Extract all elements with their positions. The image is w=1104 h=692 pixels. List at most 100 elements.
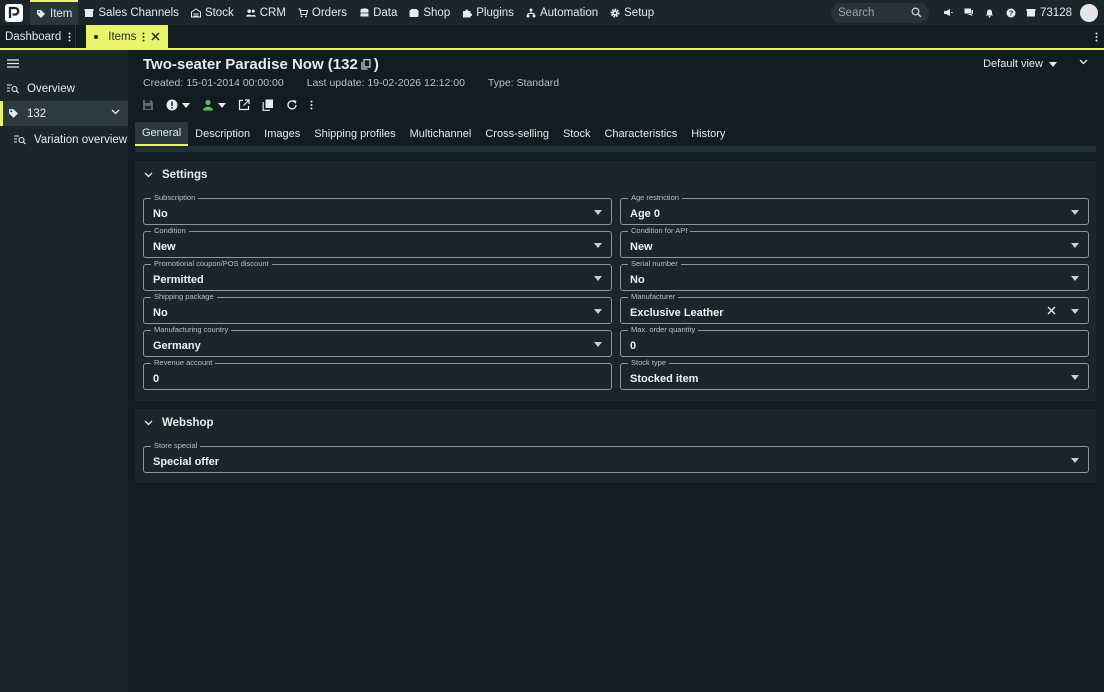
- condition-select[interactable]: Condition New: [143, 226, 612, 258]
- nav-item[interactable]: Item: [30, 0, 79, 25]
- caret-down-icon: [594, 342, 602, 347]
- tab-description[interactable]: Description: [188, 122, 257, 146]
- sidebar-item-variation-overview[interactable]: Variation overview: [0, 126, 128, 153]
- plenty-logo-icon[interactable]: [0, 0, 28, 25]
- tab-shipping-profiles[interactable]: Shipping profiles: [307, 122, 402, 146]
- nav-item[interactable]: Data: [353, 0, 403, 25]
- caret-down-icon: [1071, 375, 1079, 380]
- flow-icon: [526, 8, 536, 18]
- condition-api-select[interactable]: Condition for API New: [620, 226, 1089, 258]
- tab-stock[interactable]: Stock: [556, 122, 598, 146]
- shipping-package-select[interactable]: Shipping package No: [143, 292, 612, 324]
- divider: [135, 146, 1096, 152]
- more-vertical-icon[interactable]: [310, 98, 313, 112]
- caret-down-icon: [594, 210, 602, 215]
- nav-item[interactable]: Shop: [403, 0, 456, 25]
- tab-multichannel[interactable]: Multichannel: [403, 122, 479, 146]
- svg-text:?: ?: [1008, 8, 1013, 17]
- nav-item[interactable]: CRM: [240, 0, 292, 25]
- caret-down-icon: [594, 276, 602, 281]
- refresh-icon[interactable]: [286, 98, 298, 112]
- caret-down-icon: [1049, 61, 1057, 67]
- page-title: Two-seater Paradise Now (132 ): [143, 56, 379, 73]
- caret-down-icon: [594, 243, 602, 248]
- chat-icon[interactable]: [958, 0, 979, 25]
- caret-down-icon: [1071, 309, 1079, 314]
- warehouse-icon: [190, 7, 201, 18]
- open-external-icon[interactable]: [238, 98, 250, 112]
- close-icon[interactable]: [151, 32, 160, 41]
- item-meta: Created: 15-01-2014 00:00:00 Last update…: [143, 77, 560, 89]
- tab-history[interactable]: History: [684, 122, 732, 146]
- nav-item[interactable]: Stock: [185, 0, 240, 25]
- search-input[interactable]: [838, 6, 912, 19]
- user-dropdown[interactable]: [202, 98, 226, 112]
- nav-item[interactable]: Plugins: [456, 0, 520, 25]
- revenue-account-input[interactable]: Revenue account 0: [143, 358, 612, 390]
- tab-cross-selling[interactable]: Cross-selling: [478, 122, 556, 146]
- list-search-icon: [14, 134, 26, 145]
- search-icon[interactable]: [911, 7, 922, 18]
- serial-number-select[interactable]: Serial number No: [620, 259, 1089, 291]
- storefront-icon: [84, 8, 94, 18]
- list-search-icon: [7, 83, 19, 94]
- more-vertical-icon[interactable]: [1095, 25, 1098, 48]
- subscription-select[interactable]: Subscription No: [143, 193, 612, 225]
- item-toolbar: [142, 98, 325, 112]
- chevron-down-icon[interactable]: [1079, 59, 1088, 65]
- nav-item[interactable]: Orders: [292, 0, 353, 25]
- more-vertical-icon[interactable]: [68, 32, 71, 42]
- sidebar: Overview 132 Variation overview: [0, 50, 128, 692]
- copy-icon[interactable]: [361, 59, 371, 70]
- help-icon[interactable]: ?: [1000, 0, 1021, 25]
- more-vertical-icon[interactable]: [142, 32, 145, 42]
- manufacturing-country-select[interactable]: Manufacturing country Germany: [143, 325, 612, 357]
- store-special-select[interactable]: Store special Special offer: [143, 441, 1089, 473]
- chevron-down-icon[interactable]: [144, 172, 153, 178]
- item-header: Two-seater Paradise Now (132 ) Created: …: [128, 50, 1104, 152]
- top-navigation: Item Sales Channels Stock CRM Orders Dat…: [0, 0, 1104, 25]
- max-order-quantity-input[interactable]: Max. order quantity 0: [620, 325, 1089, 357]
- chevron-down-icon[interactable]: [111, 109, 120, 115]
- tab-items[interactable]: Items: [86, 25, 169, 48]
- stock-type-select[interactable]: Stock type Stocked item: [620, 358, 1089, 390]
- item-tabs: General Description Images Shipping prof…: [135, 122, 732, 146]
- nav-item[interactable]: Automation: [520, 0, 604, 25]
- clear-icon[interactable]: [1047, 306, 1056, 315]
- settings-header[interactable]: Settings: [135, 161, 1096, 188]
- status-dropdown[interactable]: [166, 98, 190, 112]
- avatar[interactable]: [1080, 3, 1098, 22]
- nav-item[interactable]: Setup: [604, 0, 660, 25]
- nav-item[interactable]: Sales Channels: [78, 0, 185, 25]
- bell-icon[interactable]: [979, 0, 1000, 25]
- hamburger-menu-icon[interactable]: [0, 50, 128, 76]
- coupon-select[interactable]: Promotional coupon/POS discount Permitte…: [143, 259, 612, 291]
- cart-icon: [298, 7, 308, 18]
- tab-images[interactable]: Images: [257, 122, 307, 146]
- caret-down-icon: [182, 102, 190, 108]
- account-menu[interactable]: 73128: [1021, 7, 1080, 19]
- duplicate-icon[interactable]: [262, 98, 274, 112]
- search-box[interactable]: [831, 2, 930, 23]
- sidebar-item-current[interactable]: 132: [0, 101, 128, 126]
- tab-general[interactable]: General: [135, 122, 189, 146]
- sidebar-item-overview[interactable]: Overview: [0, 76, 128, 101]
- tab-dashboard[interactable]: Dashboard: [0, 25, 77, 48]
- megaphone-icon[interactable]: [937, 0, 958, 25]
- database-icon: [359, 7, 369, 18]
- caret-down-icon: [1071, 458, 1079, 463]
- tag-icon: [36, 9, 46, 19]
- view-selector[interactable]: Default view: [983, 58, 1057, 70]
- unsaved-dot-icon: [94, 34, 99, 39]
- chevron-down-icon[interactable]: [144, 420, 153, 426]
- caret-down-icon: [1071, 243, 1079, 248]
- shop-icon: [409, 8, 419, 18]
- tab-characteristics[interactable]: Characteristics: [597, 122, 684, 146]
- manufacturer-select[interactable]: Manufacturer Exclusive Leather: [620, 292, 1089, 324]
- webshop-panel: Webshop Store special Special offer: [135, 409, 1096, 483]
- webshop-header[interactable]: Webshop: [135, 409, 1096, 436]
- caret-down-icon: [1071, 276, 1079, 281]
- age-restriction-select[interactable]: Age restriction Age 0: [620, 193, 1089, 225]
- caret-down-icon: [218, 102, 226, 108]
- save-icon[interactable]: [142, 98, 154, 112]
